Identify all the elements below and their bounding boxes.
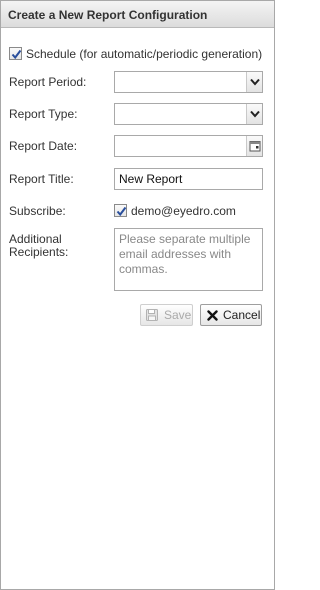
floppy-disk-icon	[146, 309, 158, 321]
checkmark-icon	[116, 206, 127, 217]
subscribe-label: Subscribe:	[9, 204, 66, 218]
report-title-label: Report Title:	[9, 172, 74, 186]
report-period-label: Report Period:	[9, 75, 87, 89]
report-title-input[interactable]: New Report	[114, 168, 263, 190]
report-config-panel: Create a New Report Configuration Schedu…	[0, 0, 275, 590]
additional-recipients-label-line1: Additional	[9, 232, 62, 246]
additional-recipients-textarea[interactable]: Please separate multiple email addresses…	[114, 228, 263, 291]
report-type-dropdown-button[interactable]	[246, 104, 262, 124]
calendar-icon	[249, 141, 261, 152]
panel-header: Create a New Report Configuration	[1, 1, 274, 28]
chevron-down-icon	[250, 110, 260, 118]
report-type-label: Report Type:	[9, 107, 78, 121]
schedule-label: Schedule (for automatic/periodic generat…	[26, 47, 263, 61]
report-type-select[interactable]	[114, 103, 263, 125]
checkmark-icon	[11, 49, 22, 60]
report-period-select[interactable]	[114, 71, 263, 93]
subscribe-checkbox[interactable]	[114, 204, 127, 217]
subscribe-email: demo@eyedro.com	[131, 204, 236, 218]
save-button[interactable]: Save	[140, 304, 193, 326]
chevron-down-icon	[250, 78, 260, 86]
additional-recipients-placeholder: Please separate multiple email addresses…	[119, 232, 251, 276]
report-date-field[interactable]	[114, 135, 263, 157]
schedule-checkbox[interactable]	[9, 47, 22, 60]
x-icon	[207, 310, 218, 321]
additional-recipients-label-line2: Recipients:	[9, 245, 69, 259]
report-date-label: Report Date:	[9, 139, 78, 153]
calendar-button[interactable]	[246, 136, 262, 156]
report-period-dropdown-button[interactable]	[246, 72, 262, 92]
panel-title: Create a New Report Configuration	[8, 8, 208, 22]
cancel-button[interactable]: Cancel	[200, 304, 262, 326]
report-title-value: New Report	[119, 172, 183, 186]
save-label: Save	[164, 308, 192, 322]
cancel-label: Cancel	[223, 308, 261, 322]
